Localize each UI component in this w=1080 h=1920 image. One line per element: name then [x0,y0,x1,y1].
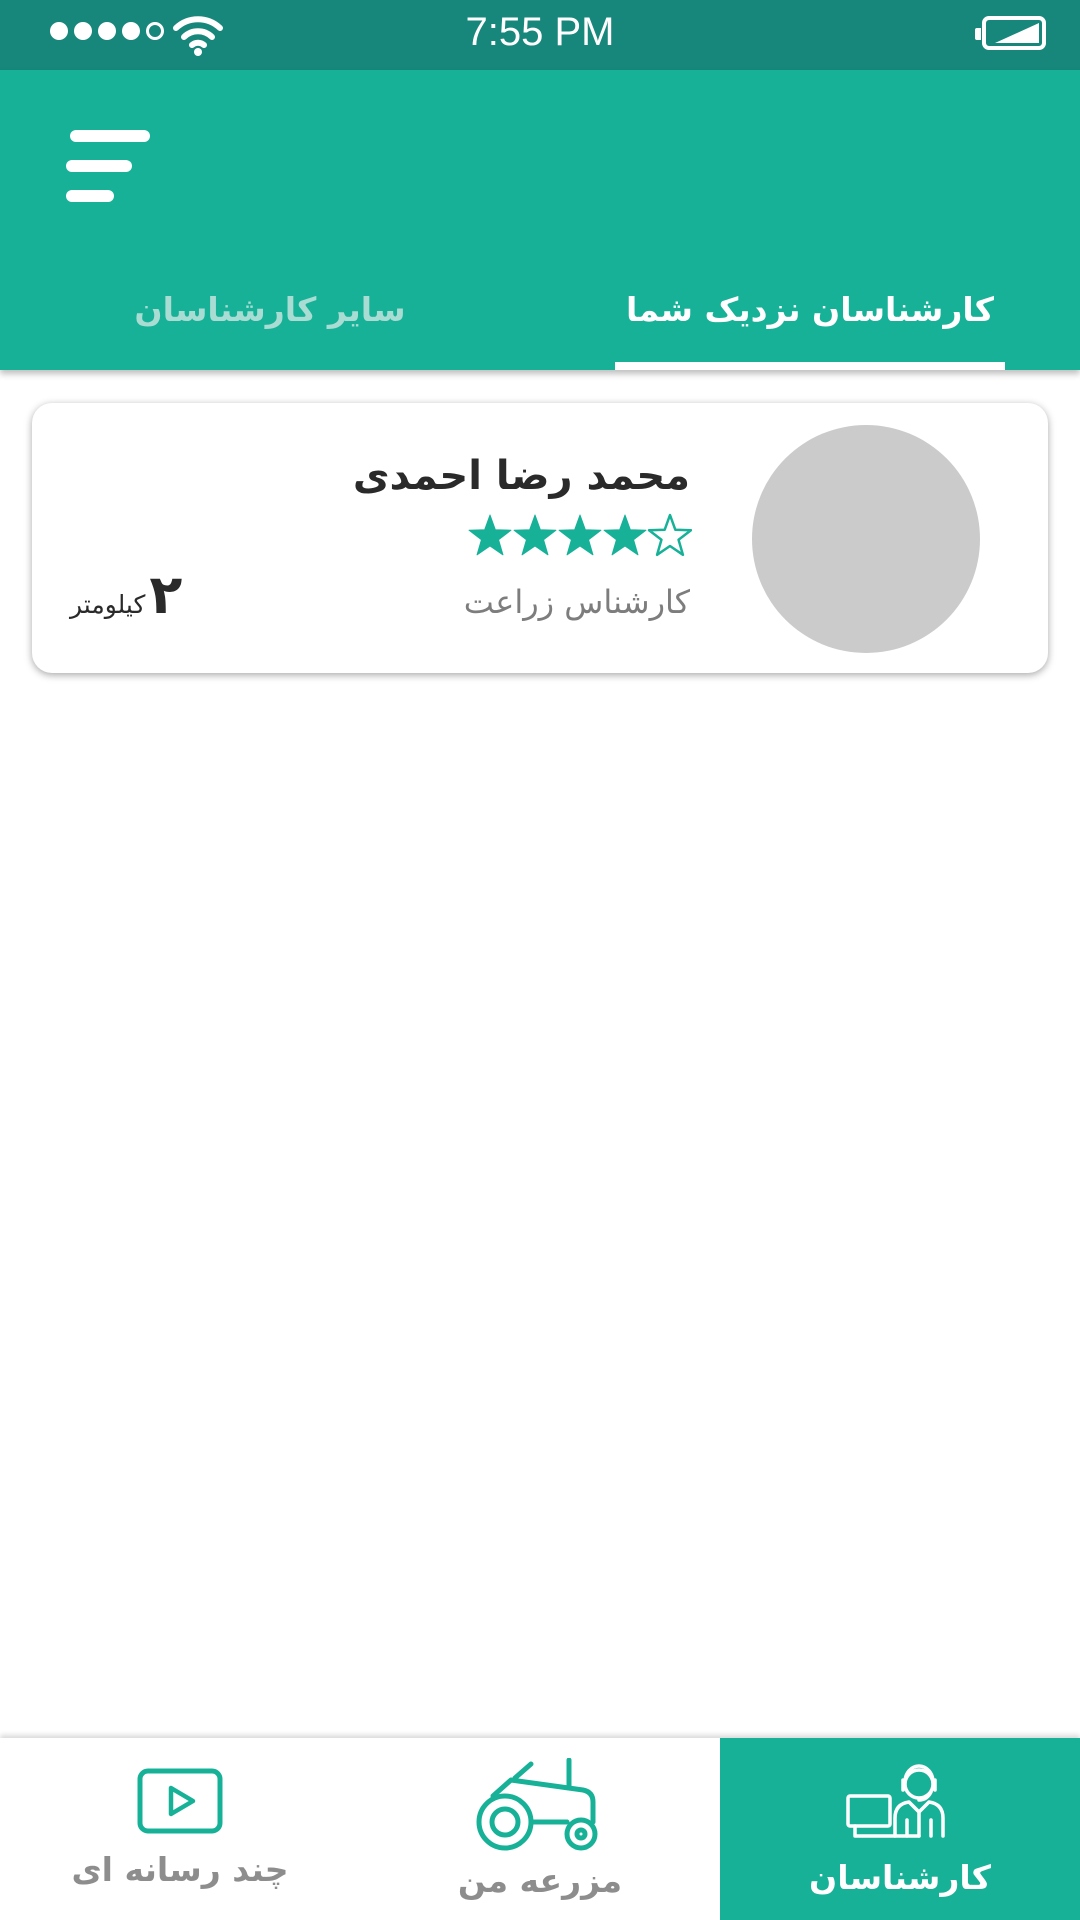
app-header: کارشناسان نزدیک شما سایر کارشناسان [0,70,1080,370]
expert-role: کارشناس زراعت [463,583,690,621]
star-filled-icon [468,514,512,556]
nav-my-farm-label: مزرعه من [457,1861,623,1900]
expert-name: محمد رضا احمدی [352,453,690,499]
video-play-icon [137,1768,223,1834]
nav-experts[interactable]: کارشناسان [720,1738,1080,1920]
expert-distance: ۲کیلومتر [70,563,182,626]
distance-value: ۲ [149,563,183,626]
star-filled-icon [558,514,602,556]
tab-other-experts[interactable]: سایر کارشناسان [0,290,540,370]
status-time: 7:55 PM [465,10,615,54]
status-bar: 7:55 PM [0,0,1080,70]
avatar [752,425,980,653]
nav-my-farm[interactable]: مزرعه من [360,1738,720,1920]
rating-stars [468,513,692,557]
nav-experts-label: کارشناسان [809,1858,991,1897]
star-filled-icon [603,514,647,556]
nav-multimedia[interactable]: چند رسانه ای [0,1738,360,1920]
tab-nearby-experts[interactable]: کارشناسان نزدیک شما [540,290,1080,370]
star-filled-icon [513,514,557,556]
expert-card[interactable]: محمد رضا احمدی کارشناس زراعت ۲کیلومتر [32,403,1048,673]
bottom-navigation: کارشناسان مزرعه من چند رسانه ای [0,1738,1080,1920]
battery-icon [975,16,1046,50]
hamburger-menu-icon[interactable] [66,130,150,202]
expert-agent-icon [846,1764,945,1838]
star-empty-icon [647,513,692,557]
nav-multimedia-label: چند رسانه ای [71,1850,289,1889]
distance-unit: کیلومتر [70,590,146,619]
active-tab-indicator [615,362,1005,370]
tractor-icon [476,1758,598,1851]
